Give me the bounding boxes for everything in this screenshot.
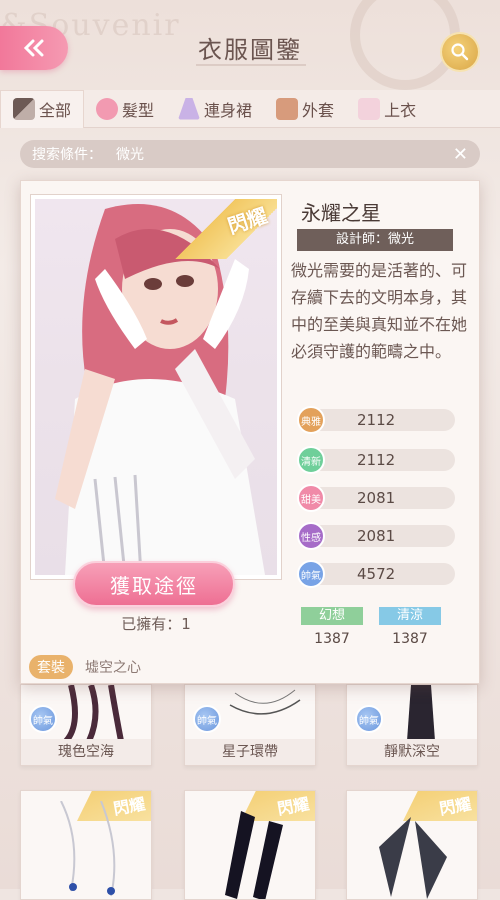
accessory-thumbnail [60,801,116,897]
shine-ribbon: 閃耀 [167,199,277,259]
card-name: 星子環帶 [185,739,315,765]
category-tabs: 全部 髮型 連身裙 外套 上衣 [0,89,500,128]
clothing-card[interactable]: 帥氣 星子環帶 [184,684,316,766]
filter-value: 微光 [116,147,144,163]
suit-item-thumbnail [407,685,435,741]
stat-cool: 帥氣 4572 [297,560,455,588]
owned-count: 已擁有：1 [121,615,191,633]
hair-item-thumbnail [63,685,124,741]
stat-badge: 甜美 [297,484,325,512]
stat-value: 2112 [357,451,396,469]
stat-value: 2112 [357,411,396,429]
stat-badge: 清新 [297,446,325,474]
suit-name[interactable]: 墟空之心 [85,657,141,677]
acquire-route-button[interactable]: 獲取途徑 [73,561,235,607]
tag-fantasy-value: 1387 [314,631,350,647]
item-name: 永耀之星 [301,201,381,225]
page-title: 衣服圖鑒 [198,36,302,64]
tab-hair[interactable]: 髮型 [84,90,166,128]
dress-icon [178,97,201,120]
shirt-icon [358,97,381,120]
tag-fantasy: 幻想 [301,607,363,625]
designer-label: 設計師：微光 [297,229,453,251]
stat-value: 2081 [357,489,396,507]
stat-value: 2081 [357,527,396,545]
stat-sexy: 性感 2081 [297,522,455,550]
wings-thumbnail [379,817,447,899]
tab-dress[interactable]: 連身裙 [166,90,264,128]
tab-label: 髮型 [122,100,155,120]
tab-top[interactable]: 上衣 [346,90,428,128]
clothing-card[interactable]: 帥氣 靜默深空 [346,684,478,766]
tab-coat[interactable]: 外套 [264,90,346,128]
tab-label: 上衣 [384,100,417,120]
tab-label: 全部 [39,101,72,120]
tag-cool: 清涼 [379,607,441,625]
belt-item-thumbnail [229,689,301,715]
style-badge: 帥氣 [193,705,221,733]
card-name: 靜默深空 [347,739,477,765]
stat-fresh: 清新 2112 [297,446,455,474]
item-description: 微光需要的是活著的、可存續下去的文明本身，其中的至美與真知並不在她必須守護的範疇… [291,261,468,361]
gloves-thumbnail [225,811,283,899]
card-name: 瑰色空海 [21,739,151,765]
tab-all[interactable]: 全部 [0,89,85,128]
search-button[interactable] [442,34,478,70]
item-detail-card: 閃耀 獲取途徑 已擁有：1 套裝 墟空之心 永耀之星 設計師：微光 微光需要的是… [20,180,480,684]
search-icon [451,43,469,61]
clothing-card[interactable]: 閃耀 [184,790,316,900]
clothing-card[interactable]: 閃耀 [20,790,152,900]
coat-icon [276,97,299,120]
hair-icon [96,97,119,120]
clear-filter-icon[interactable]: ✕ [453,144,468,165]
clothing-card[interactable]: 閃耀 [346,790,478,900]
stat-badge: 性感 [297,522,325,550]
stat-badge: 帥氣 [297,560,325,588]
item-portrait: 閃耀 [31,195,281,579]
style-badge: 帥氣 [29,705,57,733]
style-badge: 帥氣 [355,705,383,733]
stat-value: 4572 [357,565,396,583]
shine-badge-text: 閃耀 [224,203,271,239]
grid-icon [13,98,35,120]
title-divider [196,64,306,66]
stat-elegant: 典雅 2112 [297,406,455,434]
suit-tag: 套裝 [29,655,73,679]
tab-label: 連身裙 [204,100,253,120]
stat-sweet: 甜美 2081 [297,484,455,512]
filter-label: 搜索條件： [32,147,102,163]
stat-badge: 典雅 [297,406,325,434]
tab-label: 外套 [302,100,335,120]
search-filter-bar[interactable]: 搜索條件： 微光 ✕ [20,140,480,168]
tag-cool-value: 1387 [392,631,428,647]
clothing-card[interactable]: 帥氣 瑰色空海 [20,684,152,766]
